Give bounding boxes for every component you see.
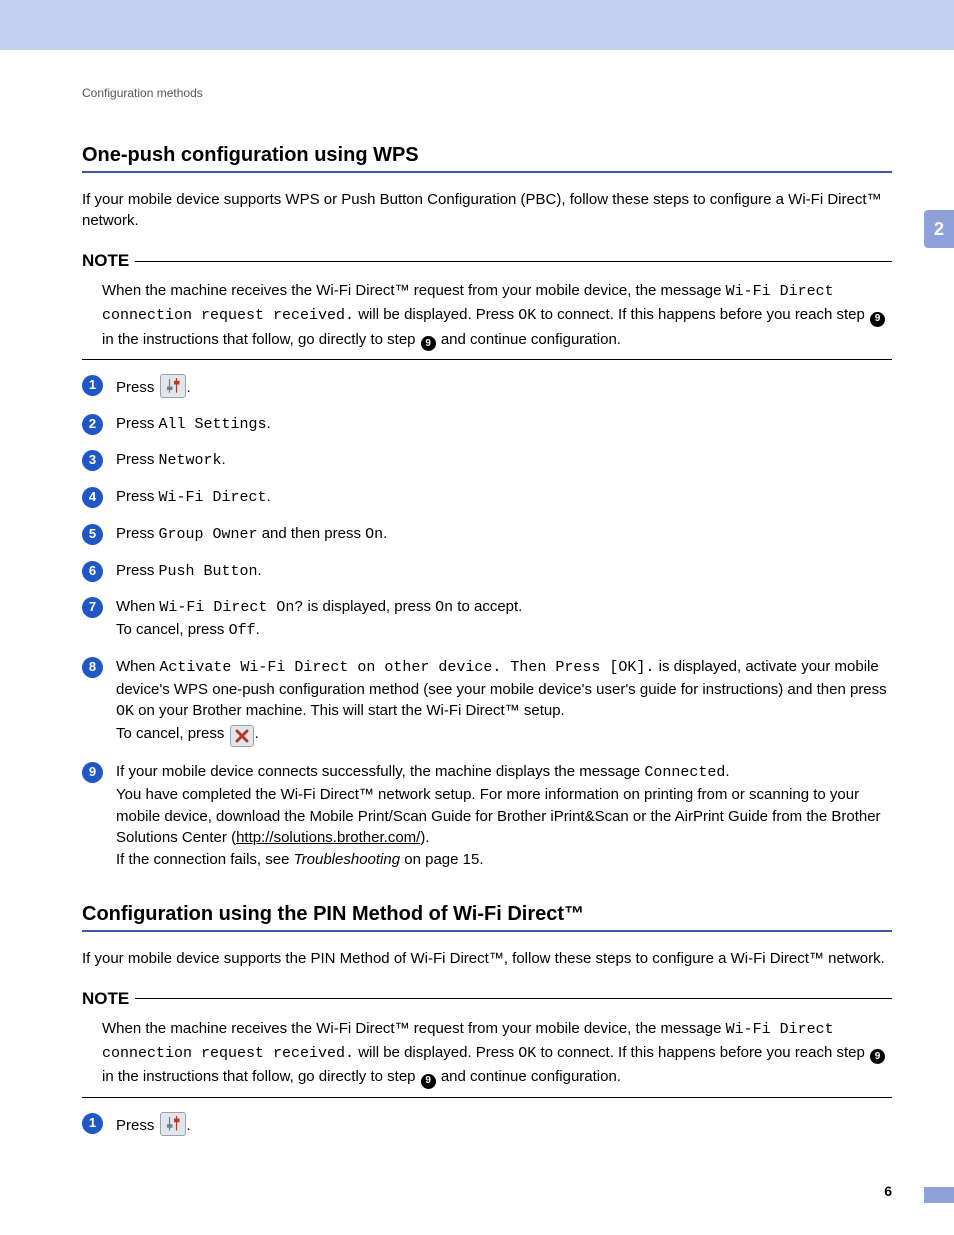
heading-rule [82, 171, 892, 173]
heading-rule [82, 930, 892, 932]
step-number: 5 [82, 524, 103, 545]
section-heading: One-push configuration using WPS [82, 144, 892, 167]
step-number: 2 [82, 414, 103, 435]
page-number: 6 [884, 1183, 892, 1199]
step-item: 2 Press All Settings. [82, 413, 892, 436]
step-ref-icon: 9 [421, 1074, 436, 1089]
steps-list: 1 Press . [82, 1112, 892, 1137]
note-label: NOTE [82, 989, 129, 1009]
step-item: 5 Press Group Owner and then press On. [82, 523, 892, 546]
step-item: 7 When Wi-Fi Direct On? is displayed, pr… [82, 596, 892, 642]
step-number: 3 [82, 450, 103, 471]
intro-text: If your mobile device supports WPS or Pu… [82, 189, 892, 231]
running-head: Configuration methods [82, 86, 892, 100]
chapter-tab: 2 [924, 210, 954, 248]
step-number: 6 [82, 561, 103, 582]
note-block: NOTE When the machine receives the Wi-Fi… [82, 251, 892, 360]
step-number: 8 [82, 657, 103, 678]
step-item: 8 When Activate Wi-Fi Direct on other de… [82, 656, 892, 747]
step-ref-icon: 9 [870, 1049, 885, 1064]
note-end-rule [82, 1097, 892, 1098]
step-item: 9 If your mobile device connects success… [82, 761, 892, 871]
step-item: 1 Press . [82, 1112, 892, 1137]
step-number: 9 [82, 762, 103, 783]
settings-icon [160, 374, 186, 398]
step-item: 3 Press Network. [82, 449, 892, 472]
page-body: 2 Configuration methods One-push configu… [0, 50, 954, 1235]
section-heading: Configuration using the PIN Method of Wi… [82, 903, 892, 926]
cancel-icon [230, 725, 254, 747]
intro-text: If your mobile device supports the PIN M… [82, 948, 892, 969]
note-body: When the machine receives the Wi-Fi Dire… [82, 279, 892, 351]
note-rule [135, 998, 892, 999]
page-corner-mark [924, 1187, 954, 1203]
settings-icon [160, 1112, 186, 1136]
step-number: 7 [82, 597, 103, 618]
note-block: NOTE When the machine receives the Wi-Fi… [82, 989, 892, 1098]
note-rule [135, 261, 892, 262]
note-end-rule [82, 359, 892, 360]
step-number: 4 [82, 487, 103, 508]
step-number: 1 [82, 375, 103, 396]
note-body: When the machine receives the Wi-Fi Dire… [82, 1017, 892, 1089]
step-ref-icon: 9 [421, 336, 436, 351]
note-label: NOTE [82, 251, 129, 271]
step-item: 4 Press Wi-Fi Direct. [82, 486, 892, 509]
step-ref-icon: 9 [870, 312, 885, 327]
step-number: 1 [82, 1113, 103, 1134]
step-item: 6 Press Push Button. [82, 560, 892, 583]
solutions-link[interactable]: http://solutions.brother.com/ [236, 829, 420, 846]
top-bar [0, 0, 954, 50]
step-item: 1 Press . [82, 374, 892, 399]
steps-list: 1 Press . 2 Press All Settings. 3 Press … [82, 374, 892, 871]
